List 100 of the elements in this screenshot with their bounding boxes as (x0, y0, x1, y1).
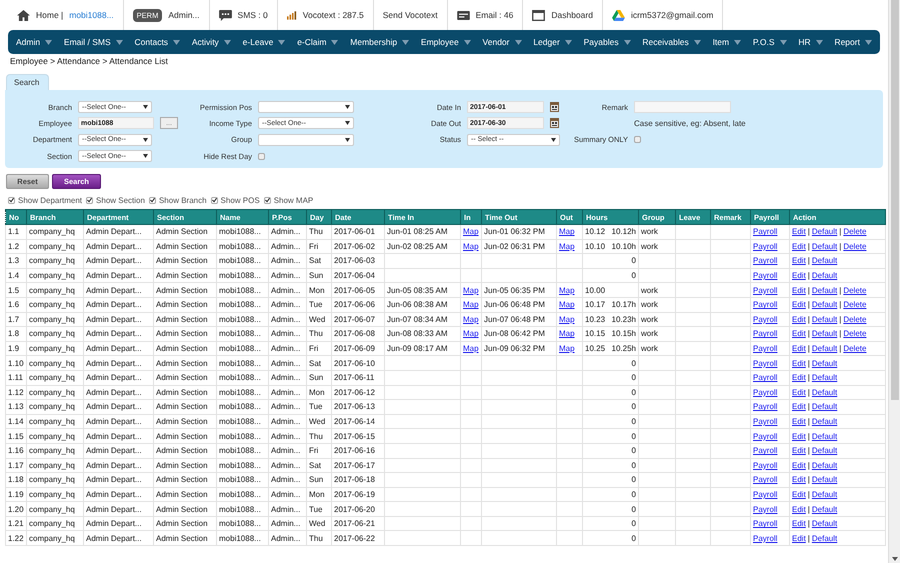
action-link[interactable]: Default (812, 504, 838, 514)
action-link[interactable]: Edit (792, 504, 806, 514)
menu-item[interactable]: Admin (16, 37, 52, 47)
action-link[interactable]: Default (812, 475, 838, 484)
hint-text: Case sensitive, eg: Absent, late (634, 118, 747, 128)
caret-icon (331, 40, 338, 44)
action-link[interactable]: Default (812, 242, 838, 251)
action-link[interactable]: Edit (792, 286, 806, 295)
menu-item[interactable]: Email / SMS (64, 37, 123, 47)
action-link[interactable]: Edit (792, 534, 806, 543)
option-label: Show Department (18, 196, 82, 204)
action-link[interactable]: Default (812, 256, 838, 266)
search-tab[interactable]: Search (6, 74, 50, 90)
checkbox[interactable] (634, 136, 641, 144)
table-cell: 1.22 (6, 530, 26, 546)
action-link[interactable]: Edit (792, 417, 806, 426)
checkbox[interactable] (210, 196, 218, 204)
checkbox[interactable] (8, 196, 15, 204)
table-cell: company_hq (26, 312, 84, 327)
action-link[interactable]: Default (812, 300, 838, 310)
table-cell: 0 (632, 475, 636, 484)
action-link[interactable]: Edit (792, 373, 806, 382)
select-field[interactable] (258, 101, 354, 114)
action-link[interactable]: Default (812, 388, 838, 397)
action-link[interactable]: Edit (792, 388, 806, 397)
menu-item[interactable]: Ledger (533, 37, 572, 47)
action-link[interactable]: Edit (792, 227, 806, 236)
menu-item[interactable]: Report (834, 37, 872, 47)
action-link[interactable]: Delete (843, 227, 866, 236)
table-cell: Jun-08 08:33 AM (384, 326, 460, 342)
menu-item[interactable]: Activity (192, 37, 231, 47)
action-link[interactable]: Delete (843, 314, 866, 324)
action-link[interactable]: Default (812, 446, 838, 456)
menu-item[interactable]: P.O.S (752, 37, 786, 47)
checkbox[interactable] (258, 152, 265, 160)
action-link[interactable]: Edit (792, 256, 806, 266)
action-link[interactable]: Default (812, 344, 838, 354)
separator: | (806, 344, 811, 354)
action-link[interactable]: Default (812, 329, 838, 338)
checkbox[interactable] (264, 196, 271, 204)
action-link[interactable]: Default (812, 358, 838, 368)
action-link[interactable]: Edit (792, 460, 806, 470)
action-link[interactable]: Delete (843, 344, 866, 354)
menu-item[interactable]: e-Claim (297, 37, 338, 47)
text-field[interactable] (634, 101, 731, 114)
action-link[interactable]: Delete (843, 329, 866, 338)
send-link[interactable]: Send Vocotext (382, 10, 438, 20)
action-link[interactable]: Default (812, 534, 838, 543)
action-link[interactable]: Default (812, 402, 838, 412)
action-link[interactable]: Edit (792, 329, 806, 338)
action-link[interactable]: Default (812, 227, 838, 236)
action-link[interactable]: Default (812, 373, 838, 382)
menu-item[interactable]: Vendor (482, 37, 522, 47)
menu-item[interactable]: Contacts (134, 37, 180, 47)
menu-item[interactable]: e-Leave (242, 37, 286, 47)
separator: | (806, 402, 811, 412)
action-link[interactable]: Edit (792, 519, 806, 528)
menu-item[interactable]: Employee (420, 37, 471, 47)
action-link[interactable]: Edit (792, 300, 806, 310)
action-link[interactable]: Default (812, 432, 838, 441)
table-cell: mobi1088... (216, 312, 268, 327)
action-link[interactable]: Default (812, 271, 838, 280)
table-cell: 1.19 (6, 487, 26, 502)
table-cell: Jun-01 08:25 AM (384, 224, 460, 240)
action-link[interactable]: Default (812, 519, 838, 528)
action-link[interactable]: Default (812, 490, 838, 499)
table-cell: 2017-06-21 (332, 516, 384, 531)
menu-item[interactable]: Item (712, 37, 742, 47)
action-link[interactable]: Default (812, 286, 838, 295)
action-link[interactable]: Edit (792, 432, 806, 441)
action-link[interactable]: Edit (792, 271, 806, 280)
table-cell: company_hq (26, 530, 84, 546)
table-cell: Tue (306, 297, 332, 312)
action-link[interactable]: Edit (792, 446, 806, 456)
table-cell: Admin Section (154, 443, 216, 458)
action-link[interactable]: Edit (792, 344, 806, 354)
action-link[interactable]: Default (812, 314, 838, 324)
action-link[interactable]: Default (812, 417, 838, 426)
menu-item[interactable]: Receivables (642, 37, 701, 47)
action-link[interactable]: Edit (792, 402, 806, 412)
action-link[interactable]: Default (812, 460, 838, 470)
action-link[interactable]: Edit (792, 358, 806, 368)
menu-item[interactable]: Payables (584, 37, 631, 47)
action-link[interactable]: Delete (843, 286, 866, 295)
action-link[interactable]: Edit (792, 242, 806, 251)
action-link[interactable]: Edit (792, 314, 806, 324)
action-link[interactable]: Delete (843, 300, 866, 310)
checkbox[interactable] (148, 196, 156, 204)
action-link[interactable]: Delete (843, 242, 866, 251)
user-link[interactable]: mobi1088... (69, 10, 114, 20)
checkbox[interactable] (86, 196, 94, 204)
table-cell: Sun (306, 268, 332, 283)
table-cell: 1.12 (6, 385, 26, 400)
select-field[interactable] (258, 134, 354, 146)
action-link[interactable]: Edit (792, 475, 806, 484)
menu-item[interactable]: HR (798, 37, 823, 47)
caret-icon (514, 40, 522, 44)
action-link[interactable]: Edit (792, 490, 806, 499)
menu-item[interactable]: Membership (350, 37, 410, 47)
table-cell: Admin... (268, 326, 306, 342)
